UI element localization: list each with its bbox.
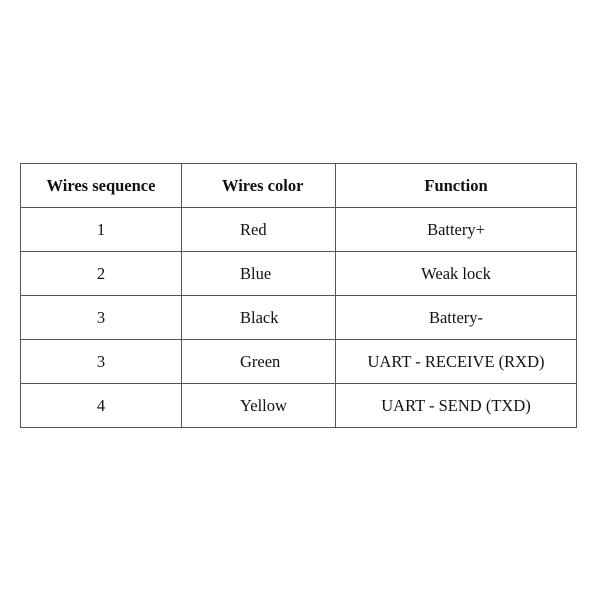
cell-color: Yellow — [181, 383, 336, 428]
cell-sequence: 2 — [20, 251, 182, 296]
header-row: Wires sequence Wires color Function — [20, 163, 577, 208]
cell-function: UART - RECEIVE (RXD) — [335, 339, 577, 384]
cell-function: Battery+ — [335, 207, 577, 252]
cell-sequence: 1 — [20, 207, 182, 252]
table-row: 1 Red Battery+ — [20, 207, 577, 252]
wires-table: Wires sequence Wires color Function 1 Re… — [20, 163, 577, 428]
table-row: 3 Green UART - RECEIVE (RXD) — [20, 339, 577, 384]
cell-function: Weak lock — [335, 251, 577, 296]
header-wires-color: Wires color — [181, 163, 336, 208]
cell-function: Battery- — [335, 295, 577, 340]
cell-color: Red — [181, 207, 336, 252]
table-row: 3 Black Battery- — [20, 295, 577, 340]
table-row: 2 Blue Weak lock — [20, 251, 577, 296]
cell-sequence: 3 — [20, 339, 182, 384]
cell-function: UART - SEND (TXD) — [335, 383, 577, 428]
header-function: Function — [335, 163, 577, 208]
cell-color: Green — [181, 339, 336, 384]
header-wires-sequence: Wires sequence — [20, 163, 182, 208]
table-row: 4 Yellow UART - SEND (TXD) — [20, 383, 577, 428]
cell-sequence: 3 — [20, 295, 182, 340]
cell-color: Blue — [181, 251, 336, 296]
cell-color: Black — [181, 295, 336, 340]
cell-sequence: 4 — [20, 383, 182, 428]
